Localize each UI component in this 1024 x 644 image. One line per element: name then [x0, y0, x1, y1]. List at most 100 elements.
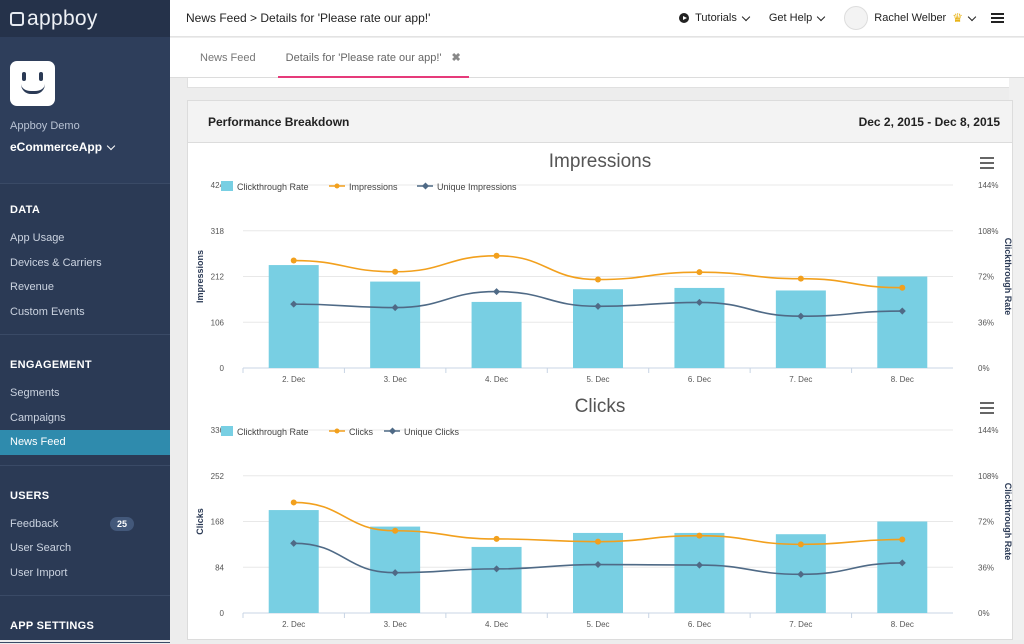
sidebar-item-user-import[interactable]: User Import: [0, 561, 170, 586]
app-company: Appboy Demo: [10, 120, 80, 132]
breadcrumb: News Feed > Details for 'Please rate our…: [186, 11, 431, 25]
sidebar-item-app-usage[interactable]: App Usage: [0, 226, 170, 251]
chevron-down-icon: [741, 12, 751, 21]
tab-label: News Feed: [200, 51, 256, 64]
nav-section-heading[interactable]: DATA: [0, 196, 170, 226]
x-tick-label: 4. Dec: [485, 620, 508, 629]
chart-menu-icon[interactable]: [980, 157, 994, 169]
y-tick-label: 212: [211, 273, 225, 282]
chart-legend: Clickthrough Rate Clicks Unique Clicks: [221, 426, 460, 437]
legend-item: Unique Clicks: [404, 427, 460, 437]
bar-ctr: [775, 290, 826, 368]
y2-tick-label: 72%: [978, 518, 994, 527]
y-tick-label: 0: [220, 364, 225, 373]
performance-panel: Performance Breakdown Dec 2, 2015 - Dec …: [187, 100, 1013, 640]
nav-section: ENGAGEMENT Segments Campaigns News Feed: [0, 335, 170, 466]
chart-legend: Clickthrough Rate Impressions Unique Impre…: [221, 181, 517, 192]
series-point: [595, 276, 601, 283]
sidebar-item-custom-events[interactable]: Custom Events: [0, 300, 170, 325]
menu-line: [980, 167, 994, 169]
series-point: [493, 252, 500, 259]
app-smiley-icon: [10, 61, 55, 106]
y-tick-label: 252: [211, 472, 225, 481]
sidebar-item-campaigns[interactable]: Campaigns: [0, 406, 170, 431]
menu-line: [980, 162, 994, 164]
y2-tick-label: 36%: [978, 318, 994, 327]
legend-swatch-point: [334, 428, 340, 434]
close-icon[interactable]: ✖: [451, 51, 460, 64]
legend-item: Clicks: [349, 427, 373, 437]
date-range: Dec 2, 2015 - Dec 8, 2015: [858, 114, 1000, 129]
app-name-dropdown[interactable]: eCommerceApp: [10, 140, 160, 154]
series-point: [290, 499, 297, 506]
y2-tick-label: 108%: [978, 227, 998, 236]
help-menu[interactable]: Get Help: [769, 12, 826, 24]
legend-swatch-bar: [221, 426, 233, 436]
bar-ctr: [471, 301, 522, 368]
legend-item: Clickthrough Rate: [237, 427, 309, 437]
sidebar-item-revenue[interactable]: Revenue: [0, 275, 170, 300]
series-point: [899, 284, 906, 291]
y-tick-label: 168: [211, 518, 225, 527]
menu-line: [980, 157, 994, 159]
y2-tick-label: 144%: [978, 426, 998, 435]
x-tick-label: 5. Dec: [586, 620, 609, 629]
chart-title: Clicks: [575, 396, 626, 417]
legend-swatch-point: [334, 183, 340, 189]
chart-menu-icon[interactable]: [980, 402, 994, 414]
hamburger-menu-icon[interactable]: [991, 13, 1004, 23]
nav-section-heading[interactable]: USERS: [0, 482, 170, 512]
sidebar-item-segments[interactable]: Segments: [0, 381, 170, 406]
series-point: [392, 268, 399, 275]
user-menu[interactable]: Rachel Welber ♛: [844, 6, 977, 30]
sidebar-item-label: Segments: [10, 387, 60, 400]
tab-news-feed[interactable]: News Feed: [192, 38, 264, 78]
sidebar-item-label: App Usage: [10, 232, 65, 245]
x-tick-label: 2. Dec: [282, 620, 305, 629]
bar-ctr: [268, 510, 319, 613]
avatar: [844, 6, 869, 30]
sidebar-item-user-search[interactable]: User Search: [0, 536, 170, 561]
tutorials-menu[interactable]: Tutorials: [679, 12, 751, 24]
bar-ctr: [268, 265, 319, 368]
series-point: [696, 532, 703, 539]
chevron-down-icon: [967, 12, 977, 21]
y-tick-label: 106: [211, 318, 225, 327]
x-tick-label: 7. Dec: [789, 375, 812, 384]
sidebar-item-label: User Import: [10, 566, 68, 579]
tab-label: Details for 'Please rate our app!': [285, 51, 442, 64]
series-point: [696, 269, 703, 276]
y2-tick-label: 108%: [978, 472, 998, 481]
series-point: [797, 541, 804, 548]
y2-tick-label: 144%: [978, 181, 998, 190]
sidebar-nav: DATA App Usage Devices & Carriers Revenue Cu…: [0, 184, 170, 643]
x-tick-label: 6. Dec: [688, 620, 711, 629]
sidebar-item-devices-carriers[interactable]: Devices & Carriers: [0, 251, 170, 276]
series-point: [290, 257, 297, 264]
legend-item: Unique Impressions: [437, 182, 517, 192]
nav-section-heading[interactable]: ENGAGEMENT: [0, 351, 170, 381]
menu-line: [980, 402, 994, 404]
sidebar-item-news-feed[interactable]: News Feed: [0, 430, 170, 455]
chevron-down-icon: [817, 12, 826, 21]
x-tick-label: 3. Dec: [384, 620, 407, 629]
sidebar-item-label: Custom Events: [10, 305, 85, 318]
x-tick-label: 6. Dec: [688, 375, 711, 384]
app-switcher: Appboy Demo eCommerceApp: [0, 37, 170, 184]
y2-axis-label: Clickthrough Rate: [1003, 238, 1012, 316]
menu-line: [980, 407, 994, 409]
panel-title: Performance Breakdown: [208, 114, 350, 129]
y2-tick-label: 36%: [978, 563, 994, 572]
bar-ctr: [877, 521, 928, 613]
bar-ctr: [471, 546, 522, 613]
x-tick-label: 3. Dec: [384, 375, 407, 384]
nav-section-heading[interactable]: APP SETTINGS: [0, 612, 170, 642]
menu-line: [980, 412, 994, 414]
series-point: [595, 538, 601, 545]
nav-section: USERS Feedback 25 User Search User Import: [0, 466, 170, 596]
tab-details[interactable]: Details for 'Please rate our app!' ✖: [277, 40, 469, 78]
bar-ctr: [573, 532, 623, 613]
brand-logo[interactable]: appboy: [0, 0, 170, 37]
sidebar-item-feedback[interactable]: Feedback 25: [0, 512, 170, 537]
x-tick-label: 5. Dec: [586, 375, 609, 384]
